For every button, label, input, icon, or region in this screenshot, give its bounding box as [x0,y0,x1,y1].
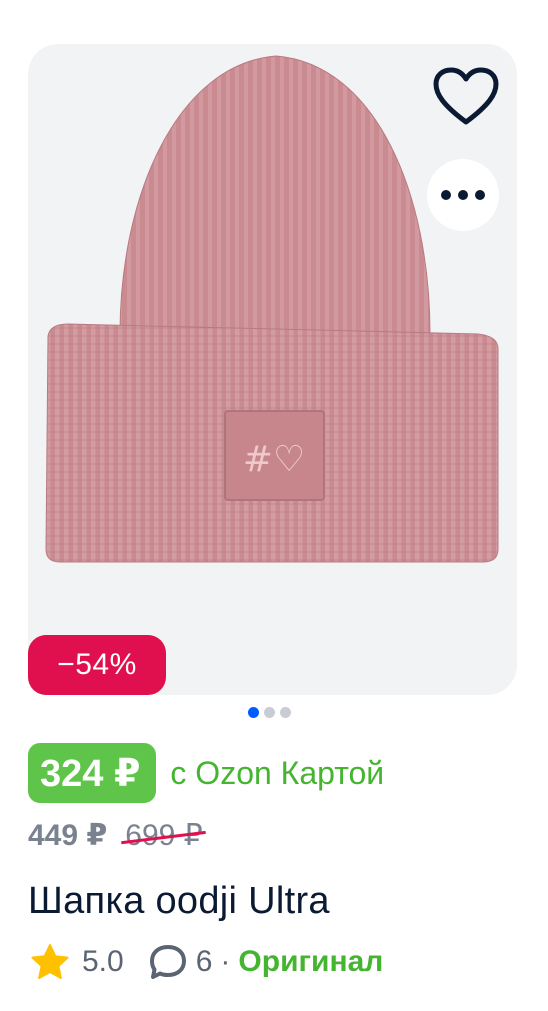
old-prices: 449 ₽ 699 ₽ [28,818,203,853]
pager-dot-3[interactable] [280,707,291,718]
reviews-count[interactable]: 6 [196,945,213,979]
price-row: 324 ₽ с Ozon Картой [28,743,384,803]
heart-outline-icon [433,67,499,125]
image-pager[interactable] [248,707,291,718]
star-icon [31,944,69,979]
price-without-card: 449 ₽ [28,819,108,852]
card-price-note: с Ozon Картой [170,754,385,791]
more-dots-icon [441,190,451,200]
pager-dot-1[interactable] [248,707,259,718]
product-meta: 5.0 6 · Оригинал [30,943,383,981]
meta-separator: · [220,945,231,978]
product-title[interactable]: Шапка oodji Ultra [28,880,330,923]
product-photo: #♡ [45,55,499,563]
favorite-button[interactable] [429,62,503,132]
product-image-card[interactable]: #♡ [28,44,517,695]
original-price: 699 ₽ [125,819,203,852]
card-price: 324 ₽ [28,743,157,803]
pager-dot-2[interactable] [264,707,275,718]
rating-value: 5.0 [82,945,124,978]
svg-text:#♡: #♡ [243,439,305,480]
more-options-button[interactable] [427,159,499,231]
discount-badge: −54% [28,635,166,695]
original-label: Оригинал [238,945,384,978]
speech-bubble-icon [149,945,186,979]
